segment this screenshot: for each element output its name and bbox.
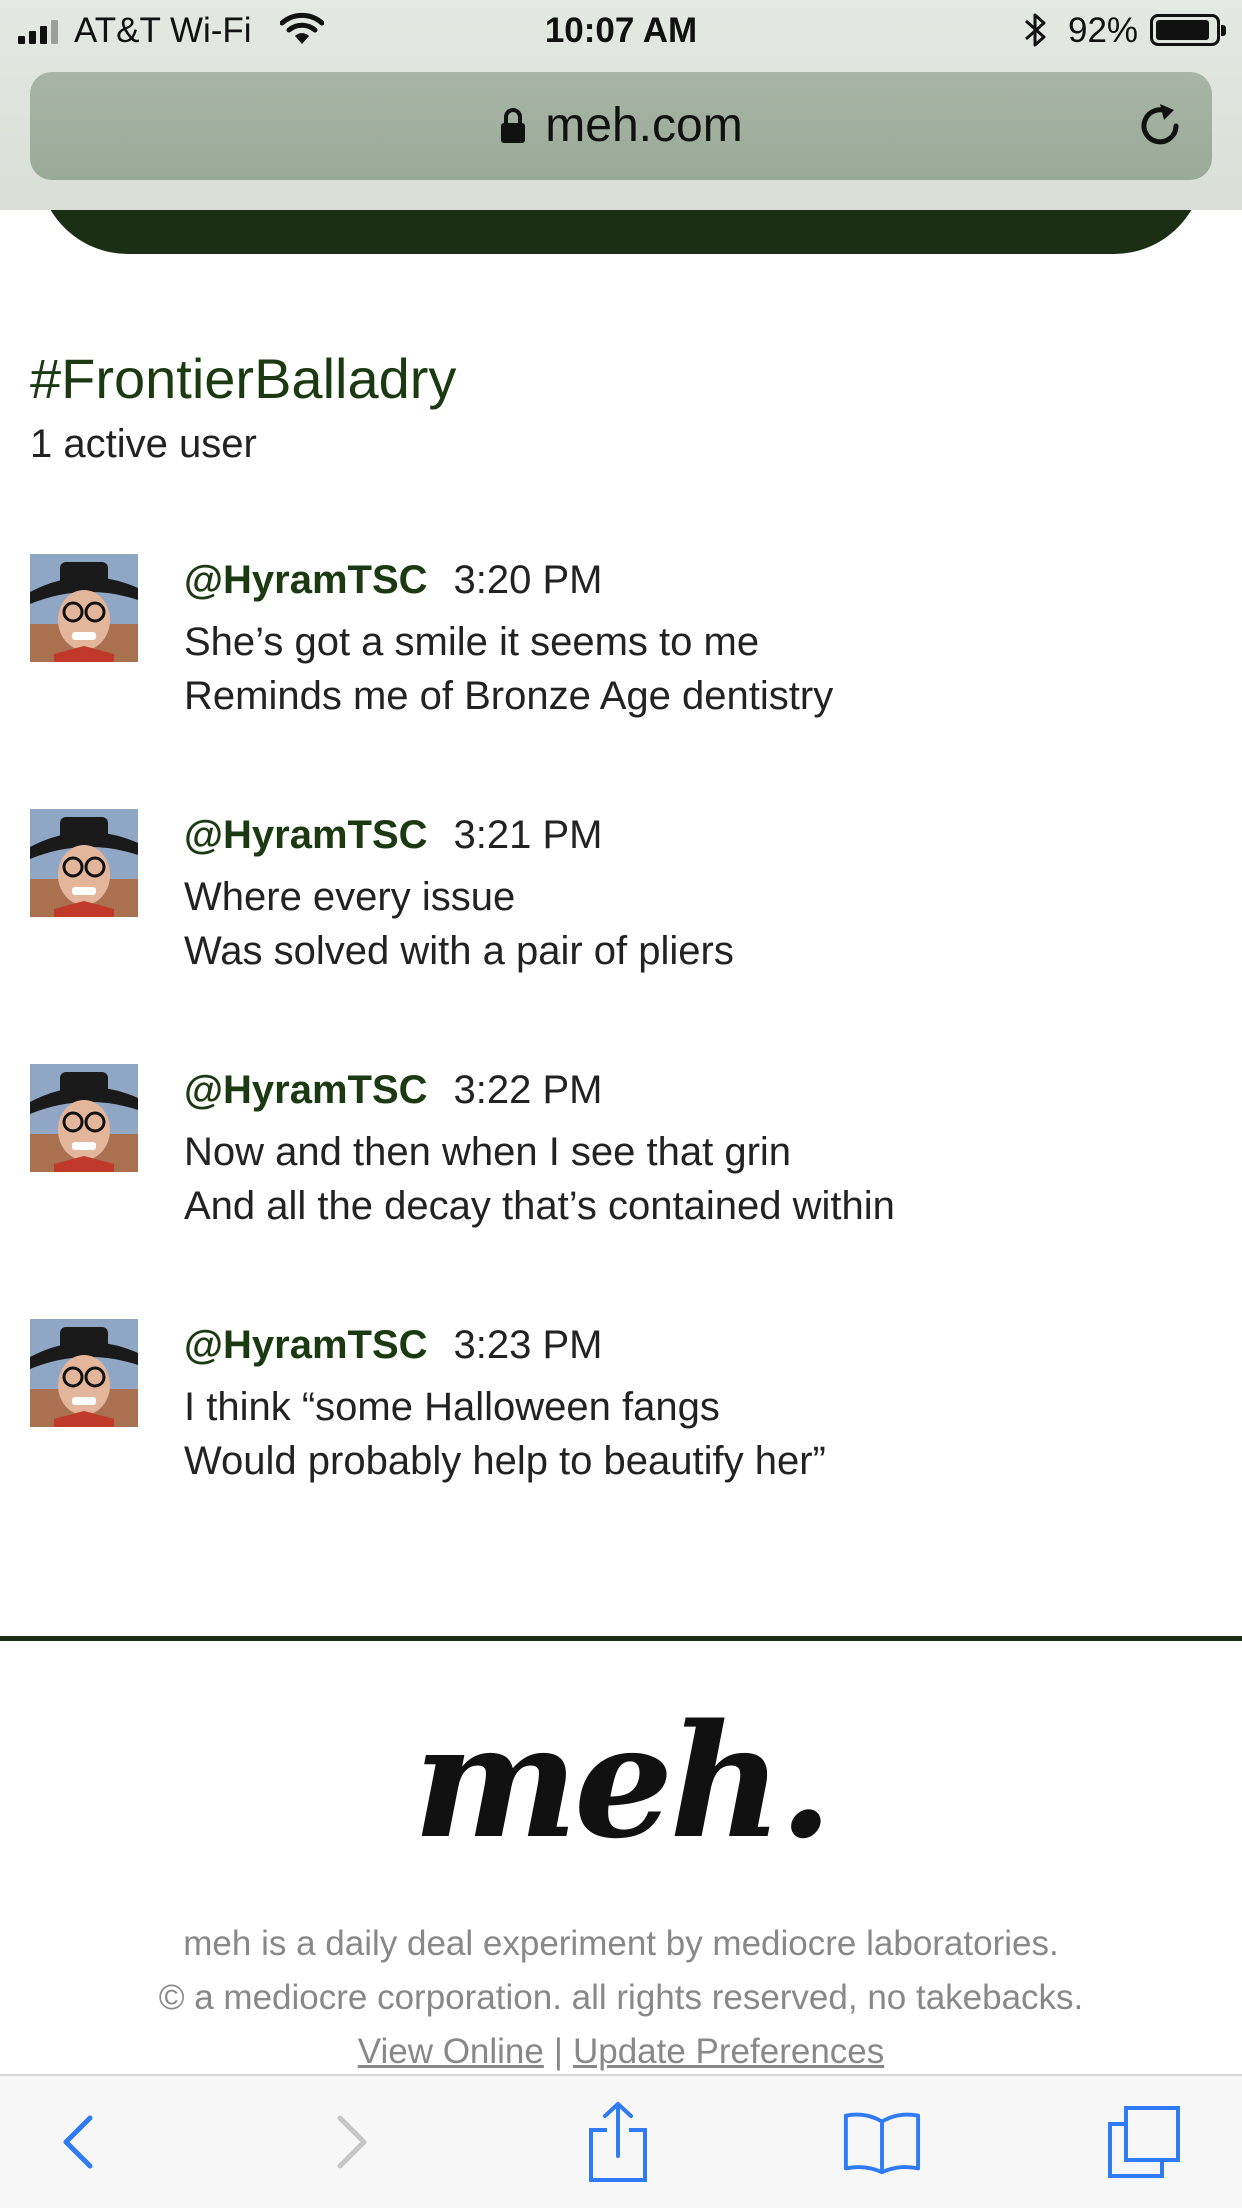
- share-icon: [589, 2102, 647, 2182]
- url-display[interactable]: meh.com: [30, 98, 1212, 153]
- bookmarks-button[interactable]: [842, 2102, 922, 2182]
- avatar-image: [30, 1319, 138, 1427]
- battery-percent: 92%: [1068, 11, 1139, 50]
- message-header: @HyramTSC 3:22 PM: [184, 1068, 602, 1113]
- avatar-image: [30, 554, 138, 662]
- status-time: 10:07 AM: [544, 11, 698, 50]
- status-bar: AT&T Wi-Fi 10:07 AM 92%: [0, 0, 1242, 62]
- reload-icon[interactable]: [1134, 100, 1186, 152]
- meh-logo[interactable]: meh.: [0, 1690, 1242, 1873]
- message-time: 3:20 PM: [453, 558, 603, 602]
- message-text: Now and then when I see that grin: [184, 1130, 792, 1174]
- active-users-count: 1 active user: [30, 422, 257, 466]
- footer-copyright: © a mediocre corporation. all rights res…: [158, 1978, 1084, 2017]
- avatar[interactable]: [30, 1319, 138, 1427]
- view-online-link[interactable]: View Online: [358, 2032, 544, 2071]
- bluetooth-icon: [1025, 13, 1046, 47]
- browser-chrome: AT&T Wi-Fi 10:07 AM 92% meh.com: [0, 0, 1242, 210]
- forward-icon: [337, 2115, 367, 2169]
- lock-icon: [501, 108, 526, 143]
- browser-toolbar: [0, 2074, 1242, 2208]
- message-username[interactable]: @HyramTSC: [184, 813, 428, 857]
- message-text: Where every issue: [184, 875, 516, 919]
- message-time: 3:22 PM: [453, 1068, 603, 1112]
- avatar[interactable]: [30, 1064, 138, 1172]
- tabs-button[interactable]: [1104, 2102, 1184, 2182]
- message-header: @HyramTSC 3:20 PM: [184, 558, 602, 603]
- share-button[interactable]: [578, 2102, 658, 2182]
- bookmarks-icon: [843, 2112, 921, 2175]
- message-username[interactable]: @HyramTSC: [184, 1323, 428, 1367]
- message-text: And all the decay that’s contained withi…: [184, 1184, 895, 1228]
- battery-fill: [1156, 20, 1210, 40]
- message-text: Was solved with a pair of pliers: [184, 929, 734, 973]
- chat-message: @HyramTSC 3:21 PM Where every issue Was s…: [30, 809, 1210, 1009]
- url-text: meh.com: [545, 99, 743, 152]
- avatar-image: [30, 1064, 138, 1172]
- address-bar[interactable]: meh.com: [30, 72, 1212, 180]
- message-text: She’s got a smile it seems to me: [184, 620, 760, 664]
- avatar-image: [30, 809, 138, 917]
- channel-title: #FrontierBalladry: [30, 347, 457, 410]
- tabs-icon: [1108, 2106, 1180, 2178]
- message-time: 3:21 PM: [453, 813, 603, 857]
- message-text: Would probably help to beautify her”: [184, 1439, 826, 1483]
- chat-message: @HyramTSC 3:23 PM I think “some Halloween…: [30, 1319, 1210, 1519]
- chat-message: @HyramTSC 3:22 PM Now and then when I see…: [30, 1064, 1210, 1264]
- chat-message: @HyramTSC 3:20 PM She’s got a smile it se…: [30, 554, 1210, 754]
- forward-button[interactable]: [312, 2102, 392, 2182]
- update-preferences-link[interactable]: Update Preferences: [573, 2032, 884, 2071]
- message-time: 3:23 PM: [453, 1323, 603, 1367]
- battery-icon: [1150, 14, 1226, 46]
- message-username[interactable]: @HyramTSC: [184, 558, 428, 602]
- footer-links: View Online | Update Preferences: [0, 2032, 1242, 2072]
- back-button[interactable]: [38, 2102, 118, 2182]
- link-separator: |: [553, 2032, 563, 2071]
- message-header: @HyramTSC 3:21 PM: [184, 813, 602, 858]
- back-icon: [63, 2115, 93, 2169]
- message-header: @HyramTSC 3:23 PM: [184, 1323, 602, 1368]
- footer-divider: [0, 1636, 1242, 1641]
- message-text: I think “some Halloween fangs: [184, 1385, 720, 1429]
- avatar[interactable]: [30, 809, 138, 917]
- message-text: Reminds me of Bronze Age dentistry: [184, 674, 834, 718]
- message-username[interactable]: @HyramTSC: [184, 1068, 428, 1112]
- avatar[interactable]: [30, 554, 138, 662]
- footer-tagline: meh is a daily deal experiment by medioc…: [183, 1924, 1059, 1963]
